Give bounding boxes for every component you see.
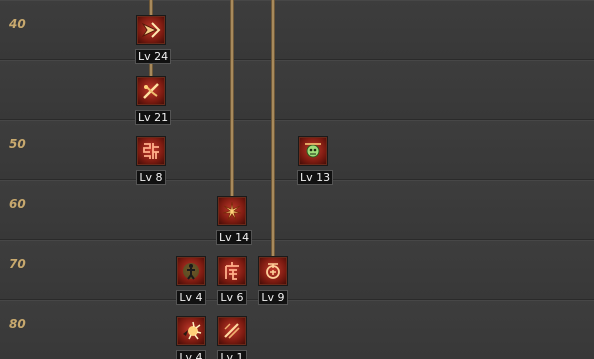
skill-level-label: Lv 1: [217, 350, 247, 359]
row-label: 60: [9, 197, 26, 211]
rune-seal-icon[interactable]: [258, 256, 288, 286]
tiger-glyph-icon[interactable]: [217, 256, 247, 286]
skill-level-label: Lv 6: [217, 290, 247, 305]
row-label: 40: [9, 17, 26, 31]
skill-slot[interactable]: Lv 6: [216, 256, 248, 305]
skill-level-label: Lv 14: [216, 230, 253, 245]
skill-tree: 40 50 60 70 80 Lv 24 Lv 21 Lv 8 Lv 13 Lv…: [0, 0, 594, 359]
skill-level-label: Lv 24: [135, 49, 172, 64]
skill-slot[interactable]: Lv 8: [135, 136, 167, 185]
connector-line: [149, 0, 153, 16]
skill-level-label: Lv 8: [136, 170, 166, 185]
arrow-strike-icon[interactable]: [136, 15, 166, 45]
connector-line: [230, 0, 234, 198]
skill-slot[interactable]: Lv 9: [257, 256, 289, 305]
skill-level-label: Lv 9: [258, 290, 288, 305]
skill-level-label: Lv 4: [176, 290, 206, 305]
explosion-hit-icon[interactable]: [176, 316, 206, 346]
skill-slot[interactable]: Lv 4: [175, 316, 207, 359]
level-row-60: 60: [0, 180, 594, 240]
level-row-40: 40: [0, 0, 594, 60]
skull-flame-icon[interactable]: [298, 136, 328, 166]
skill-slot[interactable]: Lv 1: [216, 316, 248, 359]
skill-level-label: Lv 13: [297, 170, 334, 185]
skill-level-label: Lv 4: [176, 350, 206, 359]
strength-glyph-icon[interactable]: [136, 136, 166, 166]
row-label: 50: [9, 137, 26, 151]
claw-slash-icon[interactable]: [217, 316, 247, 346]
fist-burst-icon[interactable]: [217, 196, 247, 226]
level-row-70: 70: [0, 240, 594, 300]
row-label: 80: [9, 317, 26, 331]
skill-slot[interactable]: Lv 21: [135, 76, 172, 125]
skill-slot[interactable]: Lv 13: [297, 136, 334, 185]
skill-slot[interactable]: Lv 24: [135, 15, 172, 64]
skill-slot[interactable]: Lv 4: [175, 256, 207, 305]
row-label: 70: [9, 257, 26, 271]
level-row-80: 80: [0, 300, 594, 359]
cross-slash-icon[interactable]: [136, 76, 166, 106]
connector-line: [271, 0, 275, 258]
warrior-aura-icon[interactable]: [176, 256, 206, 286]
skill-level-label: Lv 21: [135, 110, 172, 125]
skill-slot[interactable]: Lv 14: [216, 196, 253, 245]
level-row-45: [0, 60, 594, 120]
